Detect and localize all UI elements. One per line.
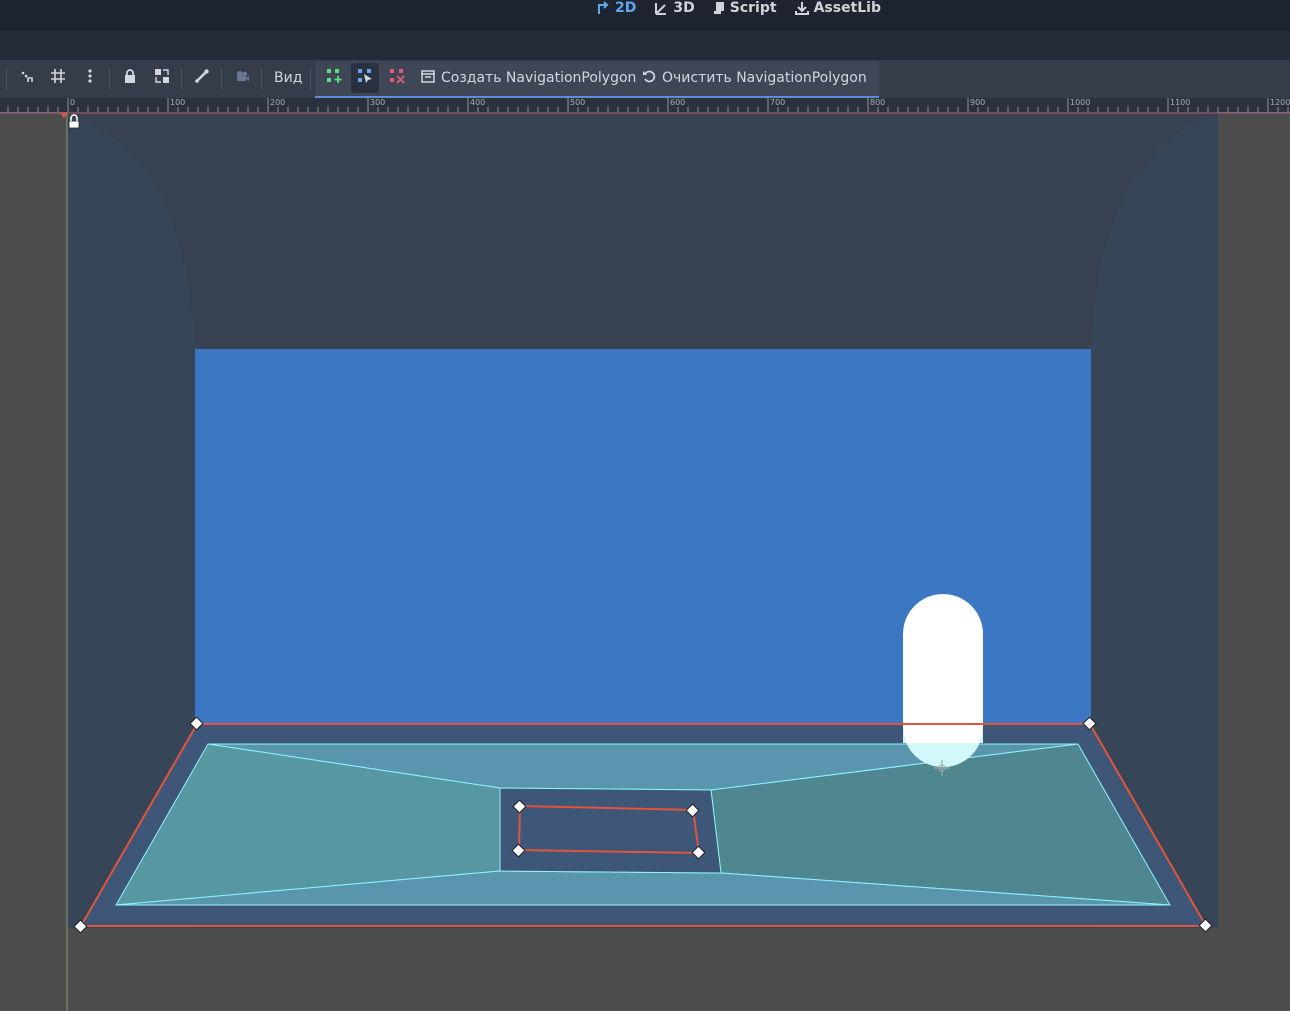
create-navpoly-button[interactable]: Создать NavigationPolygon (421, 63, 636, 93)
tab-assetlib-label: AssetLib (813, 0, 881, 16)
ruler-label: 100 (170, 98, 186, 107)
toolbar-separator (261, 68, 262, 90)
kebab-menu-icon (82, 68, 98, 88)
ruler-label: 200 (270, 98, 286, 107)
ruler-label: 400 (470, 98, 486, 107)
reload-icon (642, 69, 656, 87)
edit-points-icon (357, 68, 373, 88)
tab-script[interactable]: Script (713, 0, 777, 16)
script-icon (713, 1, 725, 15)
toolbar-separator (109, 68, 110, 90)
ruler-label: 500 (570, 98, 586, 107)
scene-canvas[interactable] (0, 112, 1290, 1011)
create-points-button[interactable] (320, 63, 348, 93)
ruler-label: 0 (70, 98, 76, 107)
edit-points-button[interactable] (351, 63, 379, 93)
view-menu[interactable]: Вид (274, 63, 302, 93)
tab-3d-label: 3D (673, 0, 695, 16)
bone-icon (194, 68, 210, 88)
create-navpoly-label: Создать NavigationPolygon (441, 70, 637, 86)
camera-icon (234, 68, 250, 88)
smart-snap-button[interactable] (13, 63, 41, 93)
group-icon (154, 68, 170, 88)
character-capsule[interactable] (903, 594, 983, 767)
tab-2d[interactable]: 2D (597, 0, 636, 16)
scene-tabs-bar (0, 31, 1290, 60)
lock-button[interactable] (116, 63, 144, 93)
grid-icon (50, 68, 66, 88)
group-button[interactable] (148, 63, 176, 93)
3d-workspace-icon (654, 1, 668, 15)
delete-points-button[interactable] (383, 63, 411, 93)
ruler-label: 700 (770, 98, 786, 107)
lock-icon (122, 68, 138, 88)
create-points-icon (326, 68, 342, 88)
workspace-bar: 2D 3D Script AssetLib (0, 0, 1290, 31)
smart-snap-icon (19, 68, 35, 88)
toolbar-separator (310, 68, 311, 90)
navigation-polygon-tools: Создать NavigationPolygon Очистить Navig… (315, 61, 879, 98)
navmesh-hole (499, 787, 722, 874)
delete-points-icon (389, 68, 405, 88)
ruler-label: 800 (870, 98, 886, 107)
ruler-label: 1000 (1070, 98, 1091, 107)
tab-assetlib[interactable]: AssetLib (794, 0, 881, 16)
camera-override-button[interactable] (228, 63, 256, 93)
clear-navpoly-button[interactable]: Очистить NavigationPolygon (642, 63, 867, 93)
tab-3d[interactable]: 3D (654, 0, 695, 16)
ruler-label: 300 (370, 98, 386, 107)
assetlib-download-icon (794, 1, 809, 15)
snap-options-button[interactable] (76, 63, 104, 93)
clear-navpoly-label: Очистить NavigationPolygon (662, 70, 867, 86)
ruler-ticks (7, 98, 1289, 112)
ruler-label: 1200 (1270, 98, 1290, 107)
ruler-label: 600 (670, 98, 686, 107)
skeleton-button[interactable] (188, 63, 216, 93)
grid-snap-button[interactable] (44, 63, 72, 93)
view-menu-label: Вид (274, 70, 303, 86)
2d-workspace-icon (597, 1, 610, 15)
toolbar-separator (221, 68, 222, 90)
tab-script-label: Script (729, 0, 777, 16)
navpoly-bake-icon (421, 69, 435, 87)
canvas-viewport[interactable] (0, 112, 1290, 1011)
toolbar-separator (6, 68, 7, 90)
horizontal-ruler[interactable]: 0 100 200 300 400 500 600 700 800 900 10… (0, 98, 1290, 113)
tab-2d-label: 2D (615, 0, 637, 16)
workspace-tabs: 2D 3D Script AssetLib (597, 0, 881, 16)
ruler-label: 900 (970, 98, 986, 107)
ruler-label: 1100 (1170, 98, 1191, 107)
toolbar-separator (181, 68, 182, 90)
